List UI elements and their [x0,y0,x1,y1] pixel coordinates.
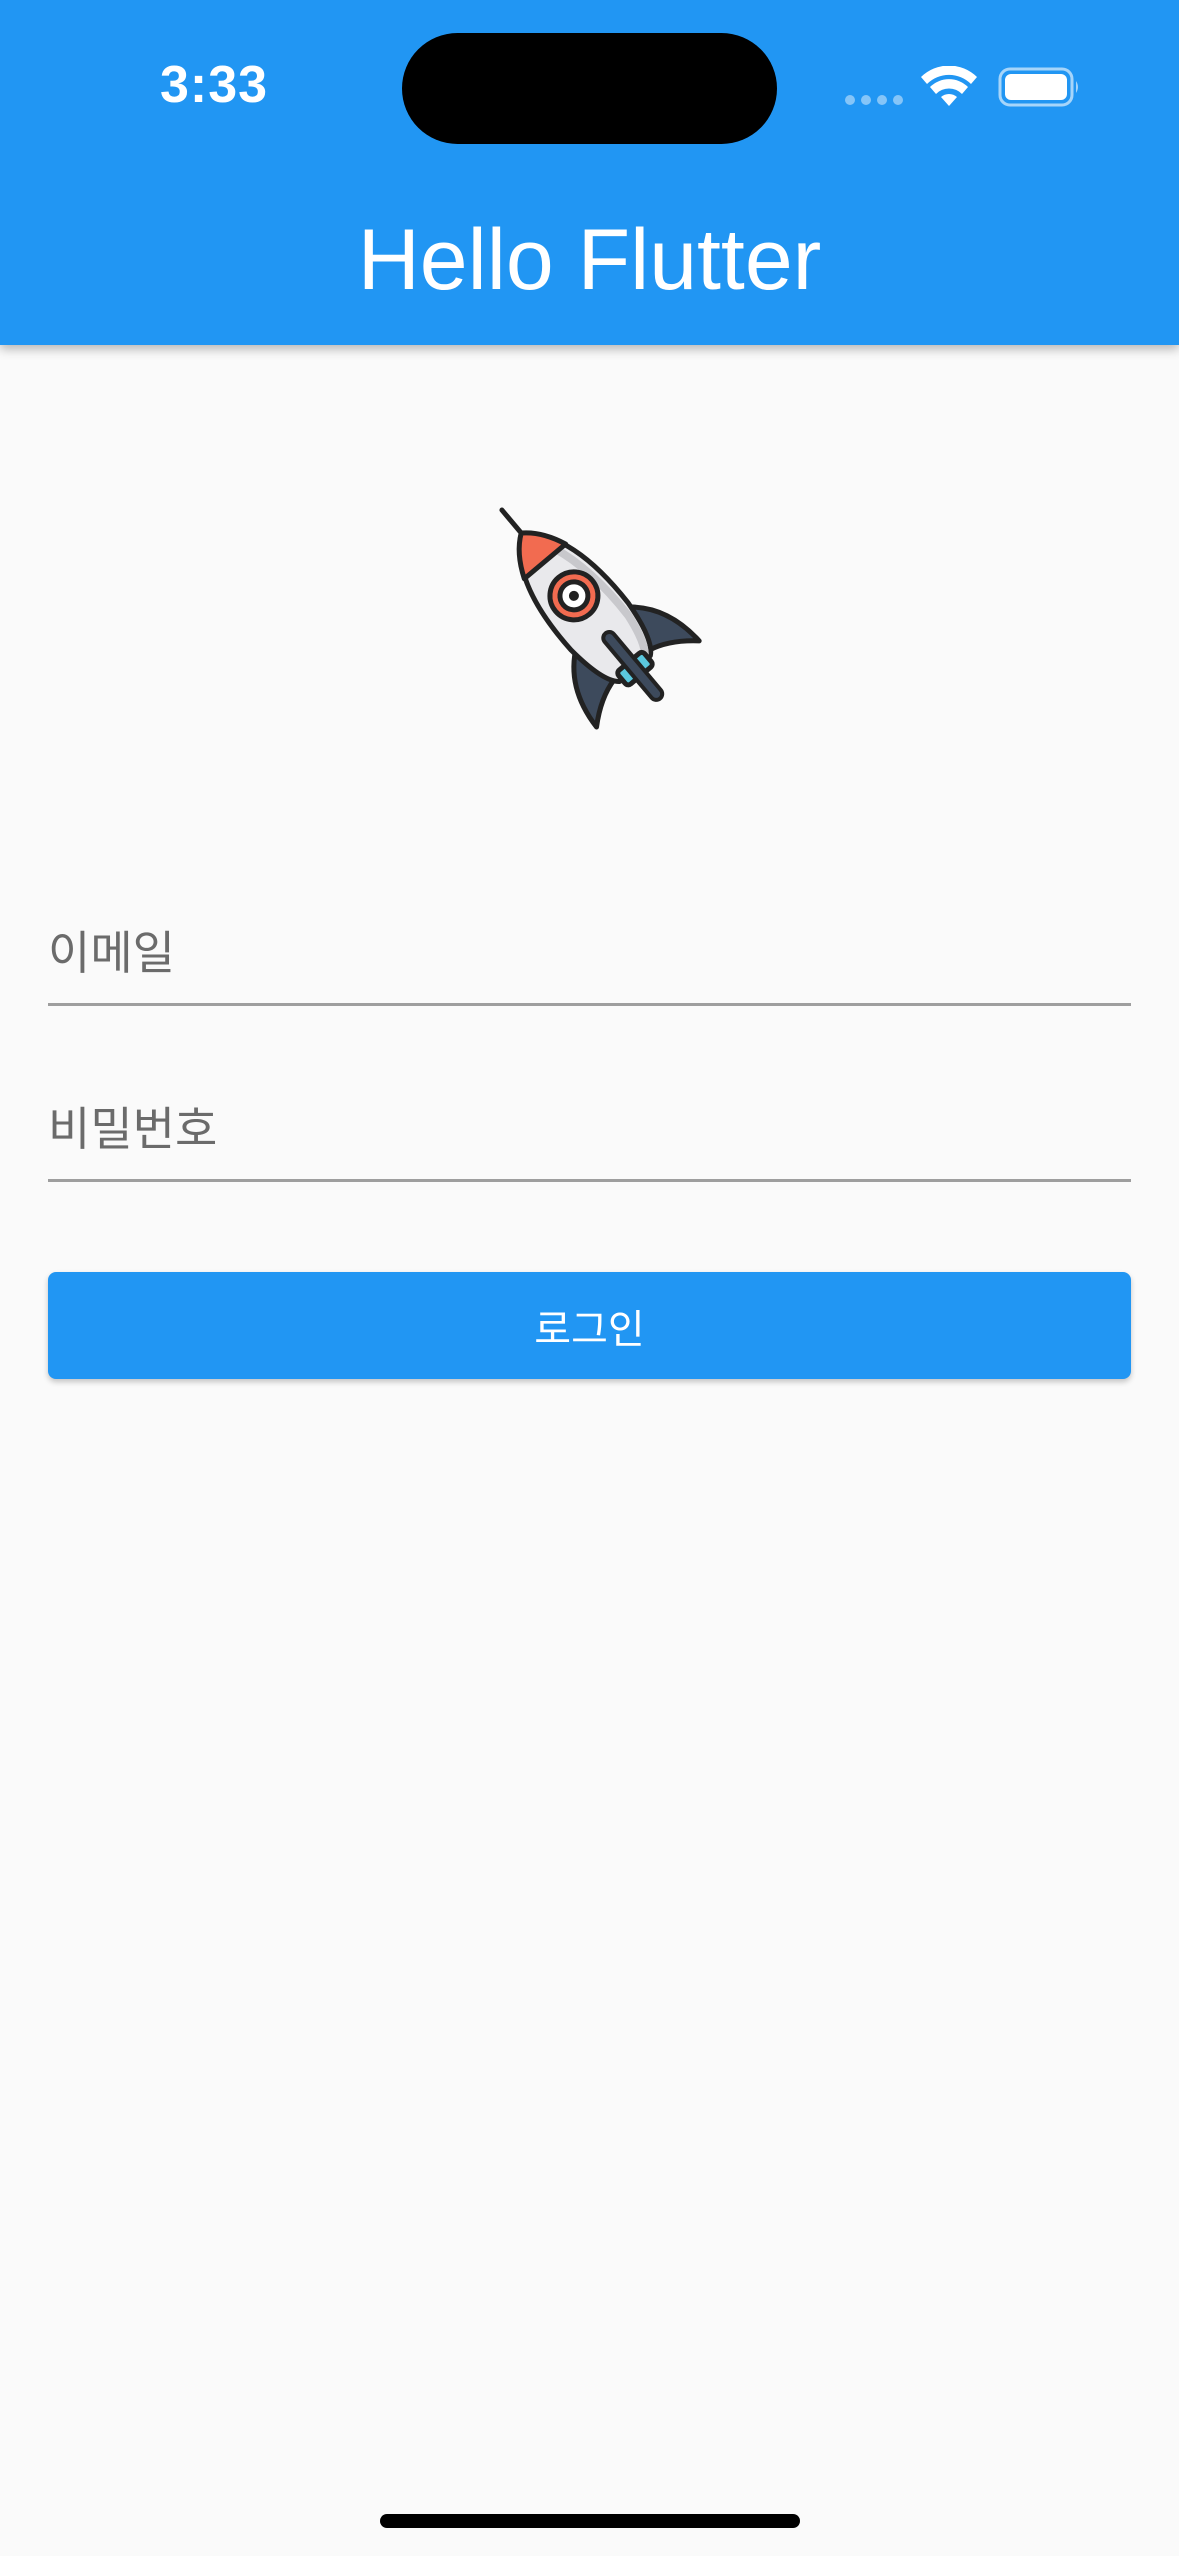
app-bar: 3:33 Hello Flutter [0,0,1179,345]
signal-icon [845,95,903,105]
status-time: 3:33 [160,56,269,114]
rocket-icon [499,507,702,730]
login-button[interactable]: 로그인 [48,1272,1131,1379]
password-input[interactable] [48,1069,1131,1179]
home-indicator[interactable] [380,2514,800,2528]
email-field[interactable] [48,893,1131,1006]
dynamic-island [402,33,777,144]
login-button-label: 로그인 [534,1306,645,1353]
wifi-icon [921,66,977,106]
password-field[interactable] [48,1069,1131,1182]
battery-icon [998,67,1078,107]
page-title: Hello Flutter [357,212,822,308]
email-input[interactable] [48,893,1131,1003]
